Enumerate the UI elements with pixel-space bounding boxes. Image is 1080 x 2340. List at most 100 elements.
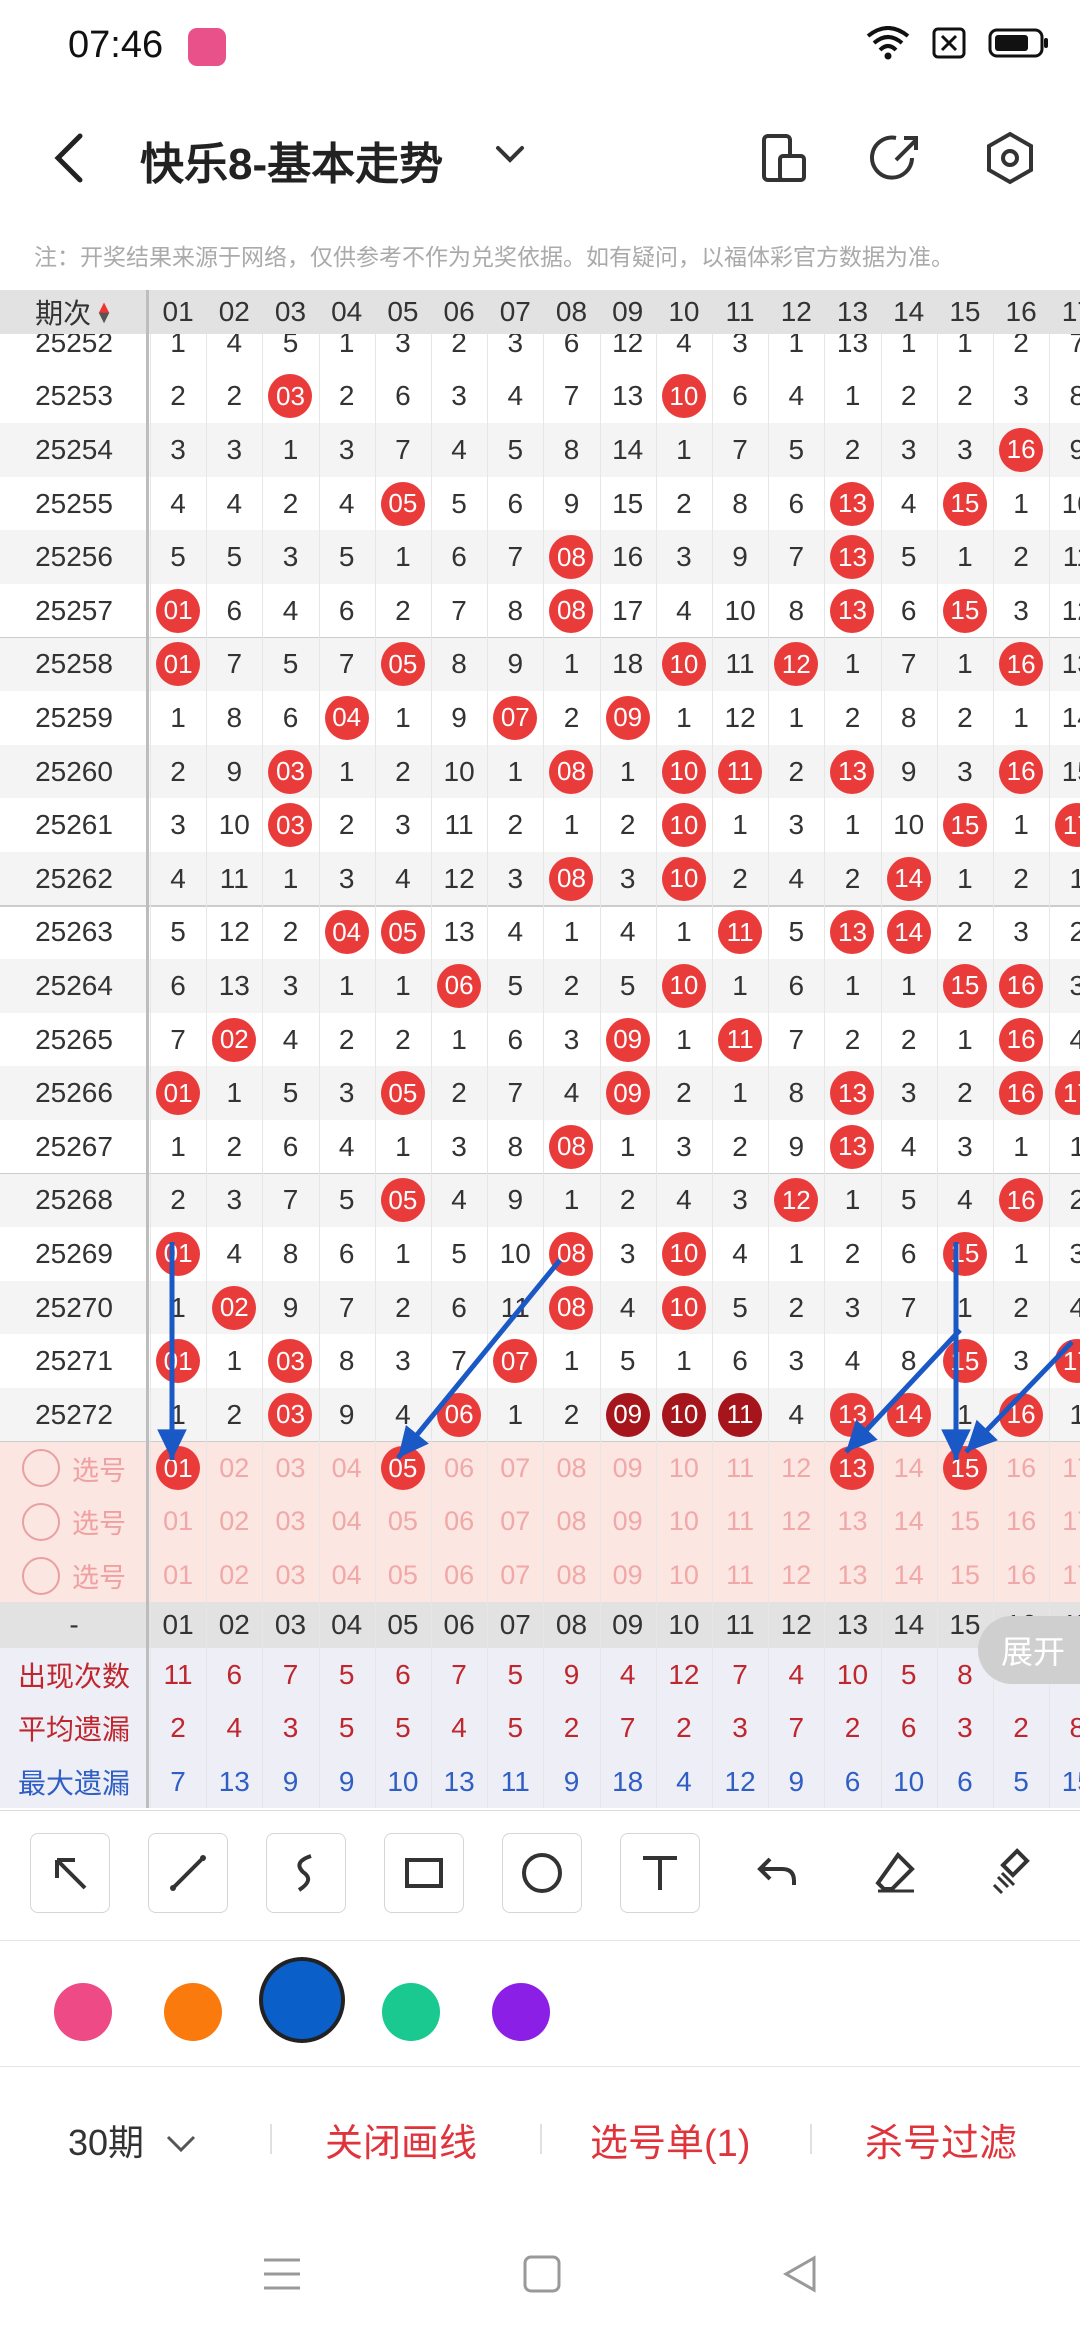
select-cell[interactable]: 05 bbox=[375, 1495, 431, 1549]
select-cell[interactable]: 06 bbox=[431, 1495, 487, 1549]
select-cell[interactable]: 03 bbox=[262, 1549, 318, 1603]
select-cell[interactable]: 06 bbox=[431, 1442, 487, 1496]
select-cell[interactable]: 05 bbox=[375, 1549, 431, 1603]
select-cell[interactable]: 08 bbox=[543, 1495, 599, 1549]
select-cell[interactable]: 16 bbox=[993, 1549, 1049, 1603]
picked-ball[interactable]: 15 bbox=[942, 1446, 987, 1491]
select-cell[interactable]: 03 bbox=[262, 1442, 318, 1496]
select-cell[interactable]: 17 bbox=[1049, 1549, 1080, 1603]
filter-button[interactable]: 杀号过滤 bbox=[865, 2112, 1017, 2167]
settings-icon[interactable] bbox=[980, 128, 1040, 188]
select-label[interactable]: 选号 bbox=[0, 1495, 148, 1549]
select-cell[interactable]: 12 bbox=[768, 1442, 824, 1496]
select-cell[interactable]: 17 bbox=[1049, 1495, 1080, 1549]
hit-ball: 01 bbox=[156, 1231, 201, 1276]
picked-ball[interactable]: 05 bbox=[380, 1446, 425, 1491]
select-cell[interactable]: 13 bbox=[824, 1549, 880, 1603]
select-cell[interactable]: 05 bbox=[375, 1442, 431, 1496]
line-tool-icon[interactable] bbox=[148, 1833, 228, 1913]
select-cell[interactable]: 02 bbox=[206, 1442, 262, 1496]
select-cell[interactable]: 16 bbox=[993, 1495, 1049, 1549]
select-cell[interactable]: 09 bbox=[600, 1495, 656, 1549]
select-cell[interactable]: 09 bbox=[600, 1549, 656, 1603]
select-cell[interactable]: 11 bbox=[712, 1442, 768, 1496]
select-cell[interactable]: 02 bbox=[206, 1549, 262, 1603]
radio-circle-icon[interactable] bbox=[22, 1449, 60, 1488]
select-cell[interactable]: 11 bbox=[712, 1549, 768, 1603]
select-cell[interactable]: 13 bbox=[824, 1495, 880, 1549]
period-cell: 25254 bbox=[35, 433, 113, 465]
curve-tool-icon[interactable] bbox=[266, 1833, 346, 1913]
select-cell[interactable]: 17 bbox=[1049, 1442, 1080, 1496]
arrow-tool-icon[interactable] bbox=[30, 1833, 110, 1913]
select-cell[interactable]: 16 bbox=[993, 1442, 1049, 1496]
color-swatch-pink[interactable] bbox=[54, 1983, 112, 2041]
select-cell[interactable]: 14 bbox=[881, 1442, 937, 1496]
select-cell[interactable]: 11 bbox=[712, 1495, 768, 1549]
select-cell[interactable]: 06 bbox=[431, 1549, 487, 1603]
home-icon[interactable] bbox=[522, 2254, 562, 2299]
select-cell[interactable]: 01 bbox=[150, 1549, 206, 1603]
select-cell[interactable]: 15 bbox=[937, 1549, 993, 1603]
chevron-down-icon[interactable] bbox=[492, 140, 528, 175]
undo-icon[interactable] bbox=[738, 1833, 816, 1911]
color-swatch-blue[interactable] bbox=[263, 1961, 341, 2039]
select-cell[interactable]: 10 bbox=[656, 1549, 712, 1603]
select-cell[interactable]: 04 bbox=[319, 1442, 375, 1496]
hit-ball: 08 bbox=[549, 749, 594, 794]
expand-button[interactable]: 展开 bbox=[978, 1616, 1080, 1684]
period-selector[interactable]: 30期 bbox=[68, 2114, 198, 2166]
select-cell[interactable]: 15 bbox=[937, 1442, 993, 1496]
clear-icon[interactable] bbox=[974, 1833, 1052, 1911]
select-cell[interactable]: 13 bbox=[824, 1442, 880, 1496]
select-cell[interactable]: 01 bbox=[150, 1495, 206, 1549]
table-cell: 1 bbox=[563, 1345, 580, 1377]
select-cell[interactable]: 15 bbox=[937, 1495, 993, 1549]
select-cell[interactable]: 07 bbox=[487, 1549, 543, 1603]
select-cell[interactable]: 04 bbox=[319, 1495, 375, 1549]
select-cell[interactable]: 02 bbox=[206, 1495, 262, 1549]
menu-icon[interactable] bbox=[262, 2256, 302, 2297]
col-header: 14 bbox=[893, 296, 925, 327]
select-cell[interactable]: 12 bbox=[768, 1495, 824, 1549]
screen-rotate-icon[interactable] bbox=[752, 128, 812, 188]
period-cell: 25271 bbox=[35, 1345, 113, 1377]
select-cell[interactable]: 14 bbox=[881, 1495, 937, 1549]
table-cell: 16 bbox=[993, 1174, 1049, 1228]
picked-ball[interactable]: 13 bbox=[830, 1446, 875, 1491]
close-lines-button[interactable]: 关闭画线 bbox=[325, 2112, 477, 2167]
select-label[interactable]: 选号 bbox=[0, 1442, 148, 1496]
color-swatch-purple[interactable] bbox=[492, 1983, 550, 2041]
select-cell[interactable]: 08 bbox=[543, 1549, 599, 1603]
select-cell[interactable]: 10 bbox=[656, 1495, 712, 1549]
select-label[interactable]: 选号 bbox=[0, 1549, 148, 1603]
eraser-icon[interactable] bbox=[856, 1833, 934, 1911]
select-cell[interactable]: 04 bbox=[319, 1549, 375, 1603]
radio-circle-icon[interactable] bbox=[22, 1502, 60, 1541]
color-swatch-green[interactable] bbox=[382, 1983, 440, 2041]
select-cell[interactable]: 01 bbox=[150, 1442, 206, 1496]
select-cell[interactable]: 14 bbox=[881, 1549, 937, 1603]
color-swatch-orange[interactable] bbox=[164, 1983, 222, 2041]
select-cell[interactable]: 07 bbox=[487, 1495, 543, 1549]
circle-tool-icon[interactable] bbox=[502, 1833, 582, 1913]
status-bar: 07:46 bbox=[0, 0, 1080, 96]
share-icon[interactable] bbox=[866, 128, 926, 188]
hit-ball: 16 bbox=[999, 1178, 1044, 1223]
text-tool-icon[interactable] bbox=[620, 1833, 700, 1913]
sort-icon[interactable]: ▲▼ bbox=[95, 298, 113, 326]
select-cell[interactable]: 12 bbox=[768, 1549, 824, 1603]
rectangle-tool-icon[interactable] bbox=[384, 1833, 464, 1913]
picked-ball[interactable]: 01 bbox=[156, 1446, 201, 1491]
select-cell[interactable]: 07 bbox=[487, 1442, 543, 1496]
radio-circle-icon[interactable] bbox=[22, 1556, 60, 1595]
back-arrow-icon[interactable] bbox=[50, 128, 90, 188]
page-title[interactable]: 快乐8-基本走势 bbox=[140, 128, 443, 192]
select-cell[interactable]: 08 bbox=[543, 1442, 599, 1496]
table-cell: 2 bbox=[395, 1023, 411, 1055]
selection-list-button[interactable]: 选号单(1) bbox=[590, 2112, 750, 2167]
select-cell[interactable]: 10 bbox=[656, 1442, 712, 1496]
back-icon[interactable] bbox=[780, 2254, 820, 2299]
select-cell[interactable]: 03 bbox=[262, 1495, 318, 1549]
select-cell[interactable]: 09 bbox=[600, 1442, 656, 1496]
